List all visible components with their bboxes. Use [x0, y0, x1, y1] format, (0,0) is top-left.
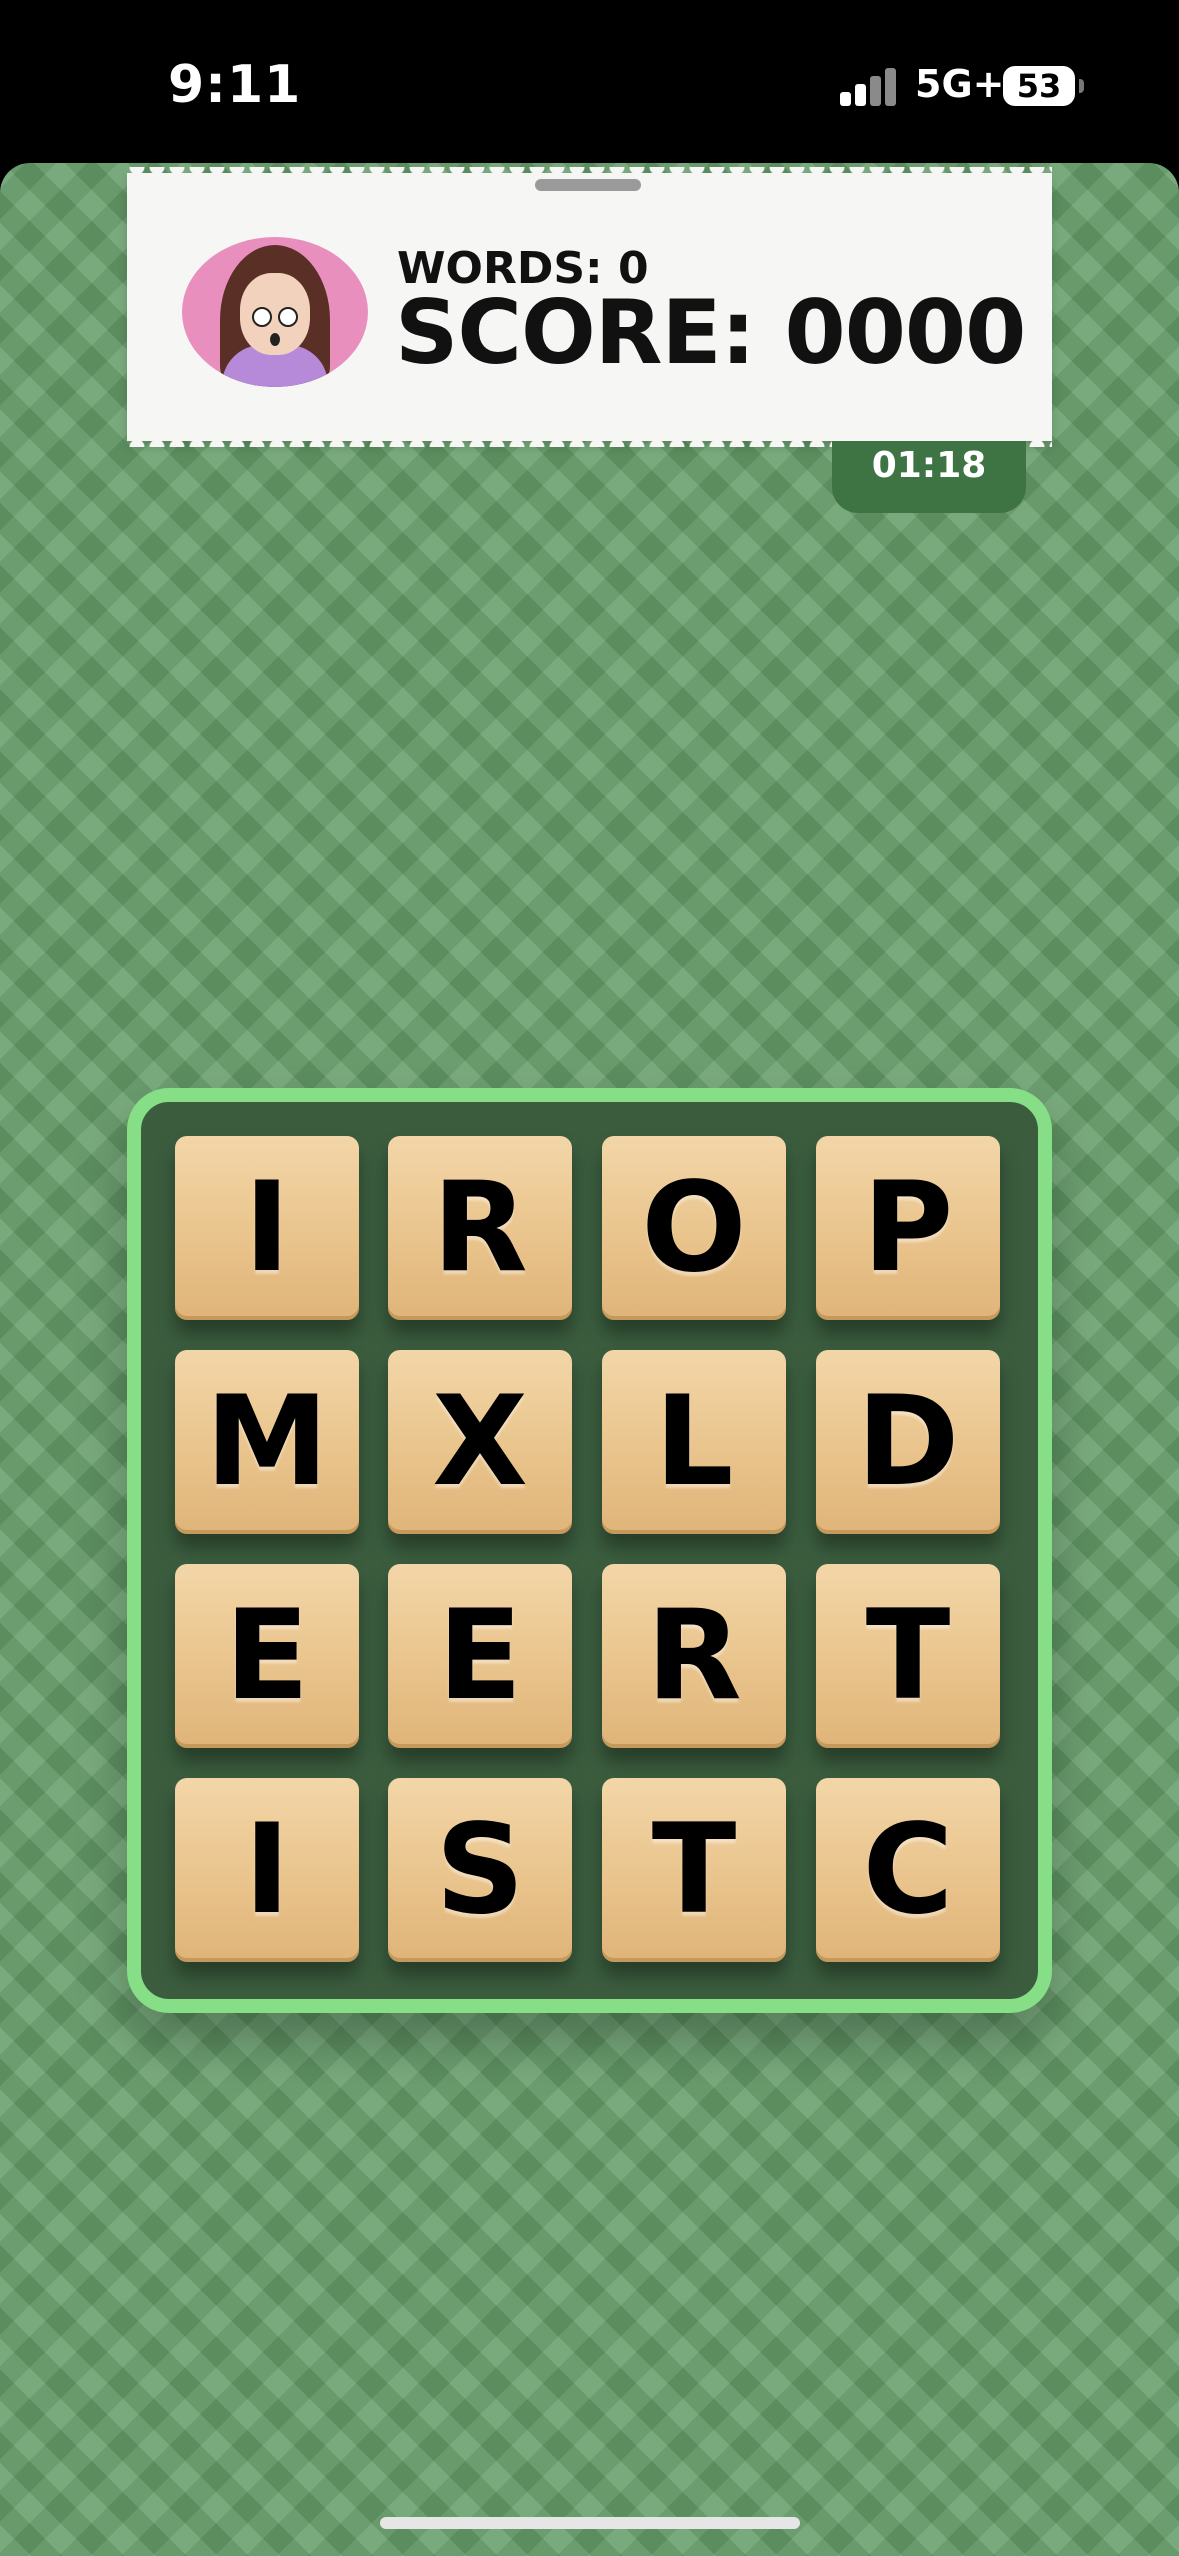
letter-tile[interactable]: E: [388, 1564, 572, 1748]
letter-tile[interactable]: L: [602, 1350, 786, 1534]
score-value: SCORE: 0000: [395, 281, 1026, 384]
letter-tile[interactable]: E: [175, 1564, 359, 1748]
battery-tip: [1079, 79, 1084, 93]
letter-board: I R O P M X L D E E R T I S T C: [127, 1088, 1052, 2013]
network-type: 5G+: [915, 62, 1005, 106]
status-bar: 9:11 5G+ 53: [0, 0, 1179, 165]
cellular-signal-icon: [840, 66, 900, 106]
letter-tile[interactable]: X: [388, 1350, 572, 1534]
letter-tile[interactable]: R: [388, 1136, 572, 1320]
status-time: 9:11: [168, 55, 302, 115]
letter-tile[interactable]: C: [816, 1778, 1000, 1962]
score-card: WORDS: 0 SCORE: 0000: [127, 167, 1052, 447]
home-indicator[interactable]: [380, 2517, 800, 2529]
letter-tile[interactable]: M: [175, 1350, 359, 1534]
letter-tile[interactable]: S: [388, 1778, 572, 1962]
drag-handle[interactable]: [535, 179, 641, 191]
countdown-timer: 01:18: [832, 441, 1026, 513]
game-area: WORDS: 0 SCORE: 0000 01:18 I R O P M X L…: [0, 163, 1179, 2556]
player-avatar-icon: [182, 237, 368, 387]
letter-tile[interactable]: I: [175, 1778, 359, 1962]
letter-tile[interactable]: O: [602, 1136, 786, 1320]
letter-tile[interactable]: D: [816, 1350, 1000, 1534]
letter-tile[interactable]: I: [175, 1136, 359, 1320]
letter-tile[interactable]: T: [602, 1778, 786, 1962]
letter-tile[interactable]: R: [602, 1564, 786, 1748]
battery-icon: 53: [1003, 66, 1075, 106]
letter-tile[interactable]: T: [816, 1564, 1000, 1748]
letter-tile[interactable]: P: [816, 1136, 1000, 1320]
